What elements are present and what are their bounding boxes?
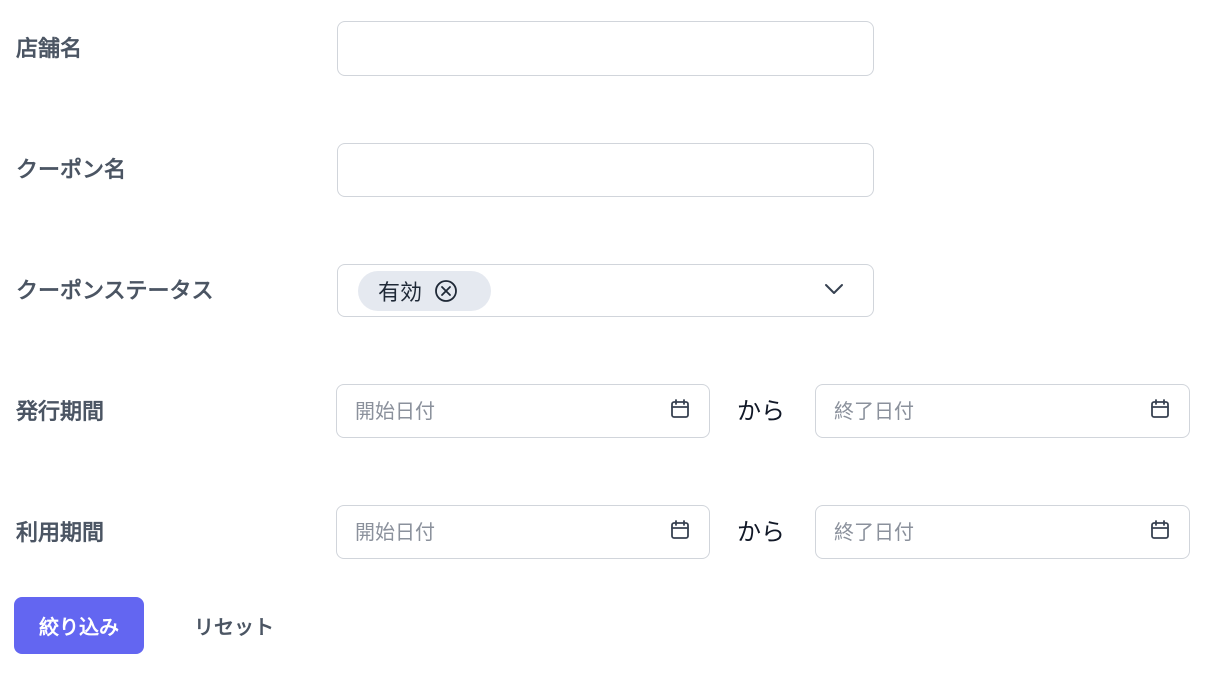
status-chip-label: 有効 — [378, 281, 423, 306]
usage-end-date-input[interactable] — [816, 506, 1189, 558]
coupon-status-label: クーポンステータス — [16, 279, 214, 304]
coupon-status-select[interactable]: 有効 — [337, 264, 874, 317]
coupon-name-label: クーポン名 — [16, 158, 127, 183]
calendar-icon[interactable] — [1149, 519, 1171, 541]
issue-period-separator: から — [737, 397, 785, 425]
close-circle-icon[interactable] — [434, 279, 458, 303]
store-name-input[interactable] — [338, 22, 873, 75]
issue-end-date[interactable] — [815, 384, 1190, 438]
status-chip: 有効 — [358, 271, 491, 311]
usage-period-separator: から — [737, 518, 785, 546]
usage-period-label: 利用期間 — [16, 521, 105, 546]
issue-end-date-input[interactable] — [816, 385, 1189, 437]
coupon-name-field[interactable] — [337, 143, 874, 197]
usage-end-date[interactable] — [815, 505, 1190, 559]
calendar-icon[interactable] — [669, 519, 691, 541]
coupon-name-input[interactable] — [338, 144, 873, 196]
issue-start-date-input[interactable] — [337, 385, 709, 437]
store-name-label: 店舗名 — [16, 37, 83, 62]
usage-start-date-input[interactable] — [337, 506, 709, 558]
reset-button[interactable]: リセット — [172, 597, 296, 654]
issue-period-label: 発行期間 — [16, 400, 105, 425]
filter-button[interactable]: 絞り込み — [14, 597, 144, 654]
store-name-field[interactable] — [337, 21, 874, 76]
calendar-icon[interactable] — [1149, 398, 1171, 420]
chevron-down-icon[interactable] — [823, 282, 845, 296]
calendar-icon[interactable] — [669, 398, 691, 420]
issue-start-date[interactable] — [336, 384, 710, 438]
usage-start-date[interactable] — [336, 505, 710, 559]
